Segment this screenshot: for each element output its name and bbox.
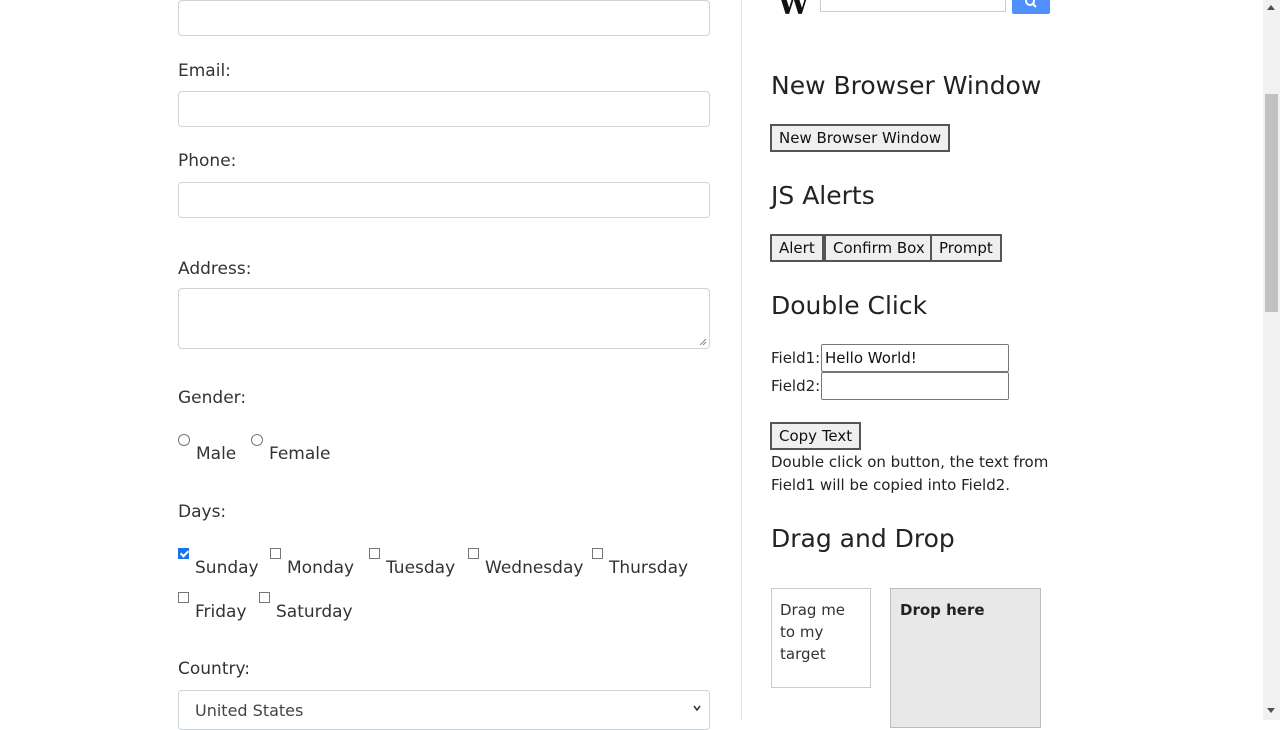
column-divider (741, 0, 742, 720)
double-click-title: Double Click (771, 291, 928, 320)
js-alerts-title: JS Alerts (771, 181, 875, 210)
day-monday[interactable]: Monday (270, 548, 354, 578)
copy-text-button[interactable]: Copy Text (770, 422, 862, 450)
sunday-label: Sunday (195, 558, 259, 578)
prompt-button[interactable]: Prompt (930, 234, 1002, 262)
address-textarea[interactable] (178, 288, 710, 349)
name-field[interactable] (178, 0, 710, 36)
new-browser-window-button[interactable]: New Browser Window (770, 124, 951, 152)
male-radio[interactable] (178, 434, 190, 446)
male-label: Male (196, 444, 237, 464)
gender-option-female[interactable]: Female (251, 434, 330, 464)
scroll-up-icon[interactable] (1267, 5, 1275, 10)
resize-grip-icon[interactable] (699, 338, 707, 346)
address-label: Address: (178, 259, 252, 279)
monday-checkbox[interactable] (270, 548, 281, 559)
scrollbar-thumb[interactable] (1265, 94, 1278, 312)
field2-label: Field2: (771, 377, 821, 395)
day-wednesday[interactable]: Wednesday (468, 548, 583, 578)
day-sunday[interactable]: Sunday (178, 548, 259, 578)
day-friday[interactable]: Friday (178, 592, 247, 622)
drag-drop-title: Drag and Drop (771, 524, 955, 553)
alert-button[interactable]: Alert (770, 234, 824, 262)
phone-field[interactable] (178, 182, 710, 218)
day-tuesday[interactable]: Tuesday (369, 548, 455, 578)
email-label: Email: (178, 61, 231, 81)
thursday-label: Thursday (609, 558, 689, 578)
double-click-description: Double click on button, the text from Fi… (771, 453, 1049, 494)
new-window-title: New Browser Window (771, 71, 1042, 100)
country-selected-value: United States (195, 701, 304, 720)
gender-label: Gender: (178, 388, 247, 408)
day-saturday[interactable]: Saturday (259, 592, 353, 622)
chevron-down-icon (693, 705, 701, 712)
friday-checkbox[interactable] (178, 592, 189, 603)
days-label: Days: (178, 502, 227, 522)
field2-input[interactable] (821, 372, 1009, 400)
sunday-checkbox[interactable] (178, 548, 189, 559)
tuesday-checkbox[interactable] (369, 548, 380, 559)
scroll-down-icon[interactable] (1267, 708, 1275, 713)
wednesday-checkbox[interactable] (468, 548, 479, 559)
country-select[interactable]: United States (178, 690, 710, 730)
email-field[interactable] (178, 91, 710, 127)
country-label: Country: (178, 659, 251, 679)
search-icon (1025, 0, 1037, 8)
droppable-box[interactable]: Drop here (890, 588, 1041, 728)
day-thursday[interactable]: Thursday (592, 548, 688, 578)
thursday-checkbox[interactable] (592, 548, 603, 559)
field1-input[interactable]: Hello World! (821, 344, 1009, 372)
draggable-box[interactable]: Drag me to my target (771, 588, 871, 688)
confirm-box-button[interactable]: Confirm Box (824, 234, 934, 262)
search-input[interactable] (820, 0, 1006, 12)
phone-label: Phone: (178, 151, 237, 171)
gender-option-male[interactable]: Male (178, 434, 236, 464)
female-radio[interactable] (251, 434, 263, 446)
friday-label: Friday (195, 602, 247, 622)
saturday-label: Saturday (276, 602, 353, 622)
wednesday-label: Wednesday (485, 558, 584, 578)
site-logo: W (778, 0, 810, 21)
tuesday-label: Tuesday (386, 558, 456, 578)
search-button[interactable] (1012, 0, 1050, 14)
field1-label: Field1: (771, 349, 821, 367)
monday-label: Monday (287, 558, 355, 578)
page-scrollbar[interactable] (1263, 0, 1280, 720)
saturday-checkbox[interactable] (259, 592, 270, 603)
female-label: Female (269, 444, 331, 464)
